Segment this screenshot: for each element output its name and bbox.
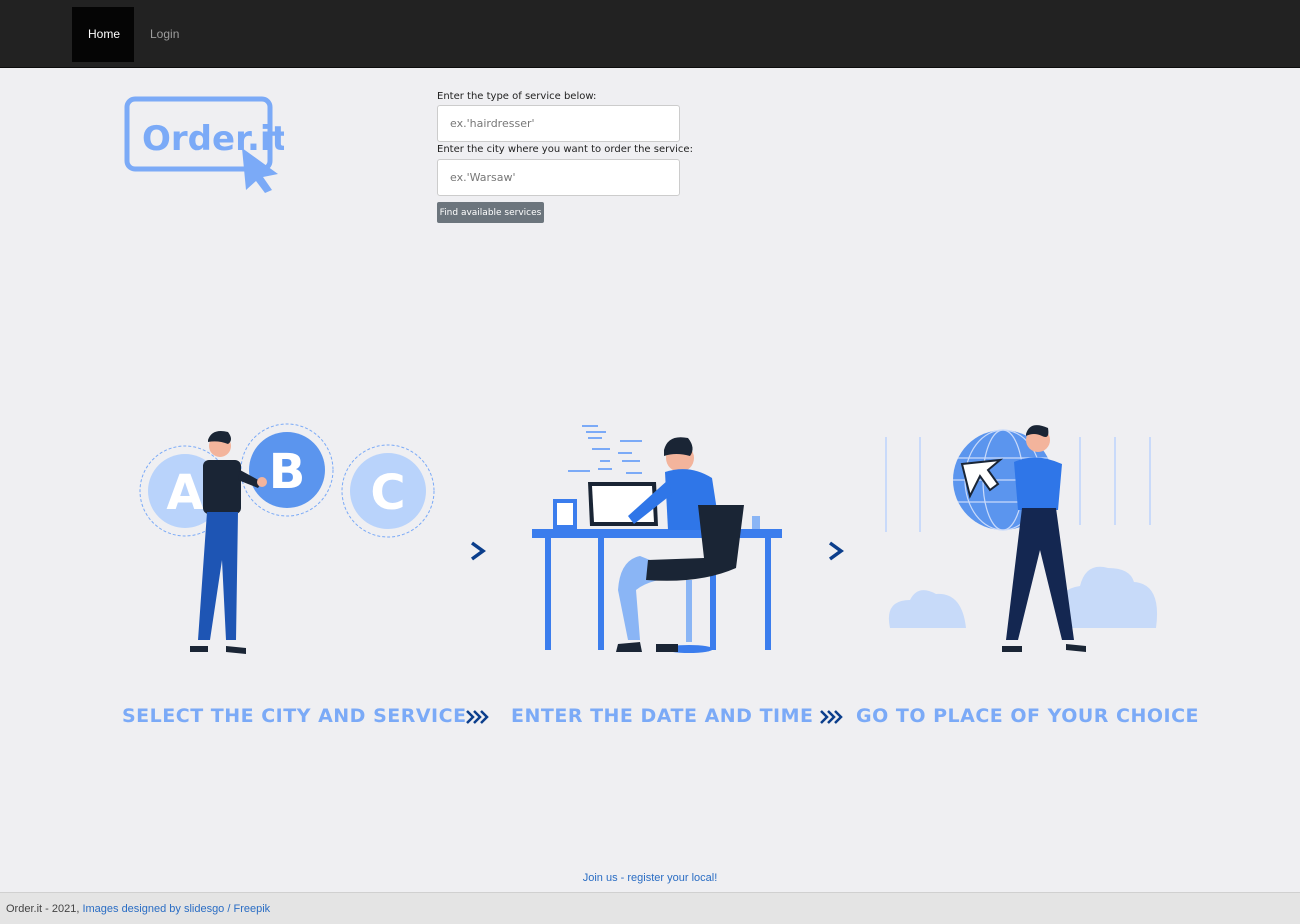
letter-c: C [370, 465, 405, 521]
city-input[interactable] [437, 159, 680, 196]
how-it-works-illustration: A B C [139, 423, 1158, 724]
triple-chevron-icon [820, 710, 843, 724]
nav-login-link[interactable]: Login [134, 7, 195, 62]
navbar: Home Login [0, 0, 1300, 68]
triple-chevron-icon [466, 710, 489, 724]
letter-a: A [166, 465, 203, 521]
join-us-link[interactable]: Join us - register your local! [0, 872, 1300, 884]
footer: Order.it - 2021, Images designed by slid… [0, 892, 1300, 924]
copyright-text: Order.it - 2021, [6, 903, 80, 915]
service-type-input[interactable] [437, 105, 680, 142]
image-credits-link[interactable]: Images designed by slidesgo / Freepik [82, 903, 270, 915]
service-type-label: Enter the type of service below: [437, 91, 597, 102]
letter-b: B [269, 444, 306, 500]
abc-choice-graphic: A B C [139, 423, 435, 654]
city-label: Enter the city where you want to order t… [437, 144, 693, 155]
step-enter-date-time: ENTER THE DATE AND TIME [511, 705, 814, 727]
chevron-right-icon [828, 541, 844, 561]
person-at-desk-graphic [532, 425, 782, 653]
logo-text: Order.it [142, 119, 284, 159]
step-select-city-service: SELECT THE CITY AND SERVICE [122, 705, 467, 727]
step-go-to-place: GO TO PLACE OF YOUR CHOICE [856, 705, 1200, 727]
chevron-right-icon [470, 541, 486, 561]
find-services-button[interactable]: Find available services [437, 202, 544, 223]
nav-home-link[interactable]: Home [72, 7, 134, 62]
order-it-logo[interactable]: Order.it [122, 92, 284, 194]
person-with-globe-graphic [885, 425, 1158, 652]
